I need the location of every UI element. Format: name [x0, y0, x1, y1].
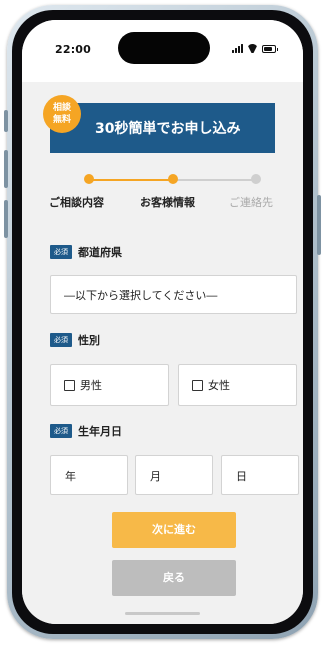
prefecture-label: 都道府県 — [78, 246, 122, 259]
mute-switch — [4, 110, 8, 132]
prefecture-select[interactable]: ―以下から選択してください― — [50, 275, 297, 314]
birthdate-heading: 必須 生年月日 — [50, 423, 122, 439]
status-time: 22:00 — [55, 43, 92, 56]
step-connector-2 — [173, 179, 256, 181]
birth-day-field[interactable]: 日 — [221, 455, 299, 495]
badge-line-1: 相談 — [52, 103, 71, 113]
birth-year-field[interactable]: 年 — [50, 455, 128, 495]
phone-bezel: 22:00 30秒簡単でお申し込み 相談 無料 ご相談内容 お客様情報 ご連絡先… — [12, 10, 313, 634]
step-label-contact: ご連絡先 — [229, 196, 273, 209]
step-label-customer-info: お客様情報 — [140, 196, 195, 209]
banner-title: 30秒簡単でお申し込み — [95, 121, 241, 137]
dynamic-island — [118, 32, 210, 64]
gender-label: 性別 — [78, 334, 100, 347]
signal-icon — [232, 44, 243, 53]
back-button[interactable]: 戻る — [112, 560, 236, 596]
phone-screen: 22:00 30秒簡単でお申し込み 相談 無料 ご相談内容 お客様情報 ご連絡先… — [22, 20, 303, 624]
gender-option-label: 男性 — [80, 379, 102, 392]
step-dot-1 — [84, 174, 94, 184]
birthdate-label: 生年月日 — [78, 425, 122, 438]
badge-line-2: 無料 — [52, 115, 71, 125]
power-button — [317, 195, 321, 255]
status-bar: 22:00 — [22, 20, 303, 82]
wifi-icon — [247, 44, 258, 53]
required-tag: 必須 — [50, 245, 72, 259]
volume-up-button — [4, 150, 8, 188]
step-dot-2 — [168, 174, 178, 184]
step-dot-3 — [251, 174, 261, 184]
birth-month-field[interactable]: 月 — [135, 455, 213, 495]
free-consultation-badge: 相談 無料 — [43, 95, 81, 133]
progress-steps: ご相談内容 お客様情報 ご連絡先 — [49, 174, 275, 214]
campaign-banner: 30秒簡単でお申し込み — [50, 103, 275, 153]
gender-option-male[interactable]: 男性 — [50, 364, 169, 406]
gender-heading: 必須 性別 — [50, 332, 100, 348]
battery-icon — [262, 45, 278, 53]
prefecture-heading: 必須 都道府県 — [50, 244, 122, 260]
gender-option-female[interactable]: 女性 — [178, 364, 297, 406]
volume-down-button — [4, 200, 8, 238]
gender-option-label: 女性 — [208, 379, 230, 392]
status-icons — [232, 44, 278, 53]
form-page: 30秒簡単でお申し込み 相談 無料 ご相談内容 お客様情報 ご連絡先 必須 都道… — [22, 82, 303, 624]
required-tag: 必須 — [50, 333, 72, 347]
step-connector-1 — [89, 179, 173, 181]
next-button[interactable]: 次に進む — [112, 512, 236, 548]
home-indicator — [125, 612, 200, 615]
checkbox-icon[interactable] — [192, 379, 203, 391]
step-label-consultation: ご相談内容 — [49, 196, 104, 209]
phone-frame: 22:00 30秒簡単でお申し込み 相談 無料 ご相談内容 お客様情報 ご連絡先… — [4, 5, 321, 639]
checkbox-icon[interactable] — [64, 379, 75, 391]
required-tag: 必須 — [50, 424, 72, 438]
